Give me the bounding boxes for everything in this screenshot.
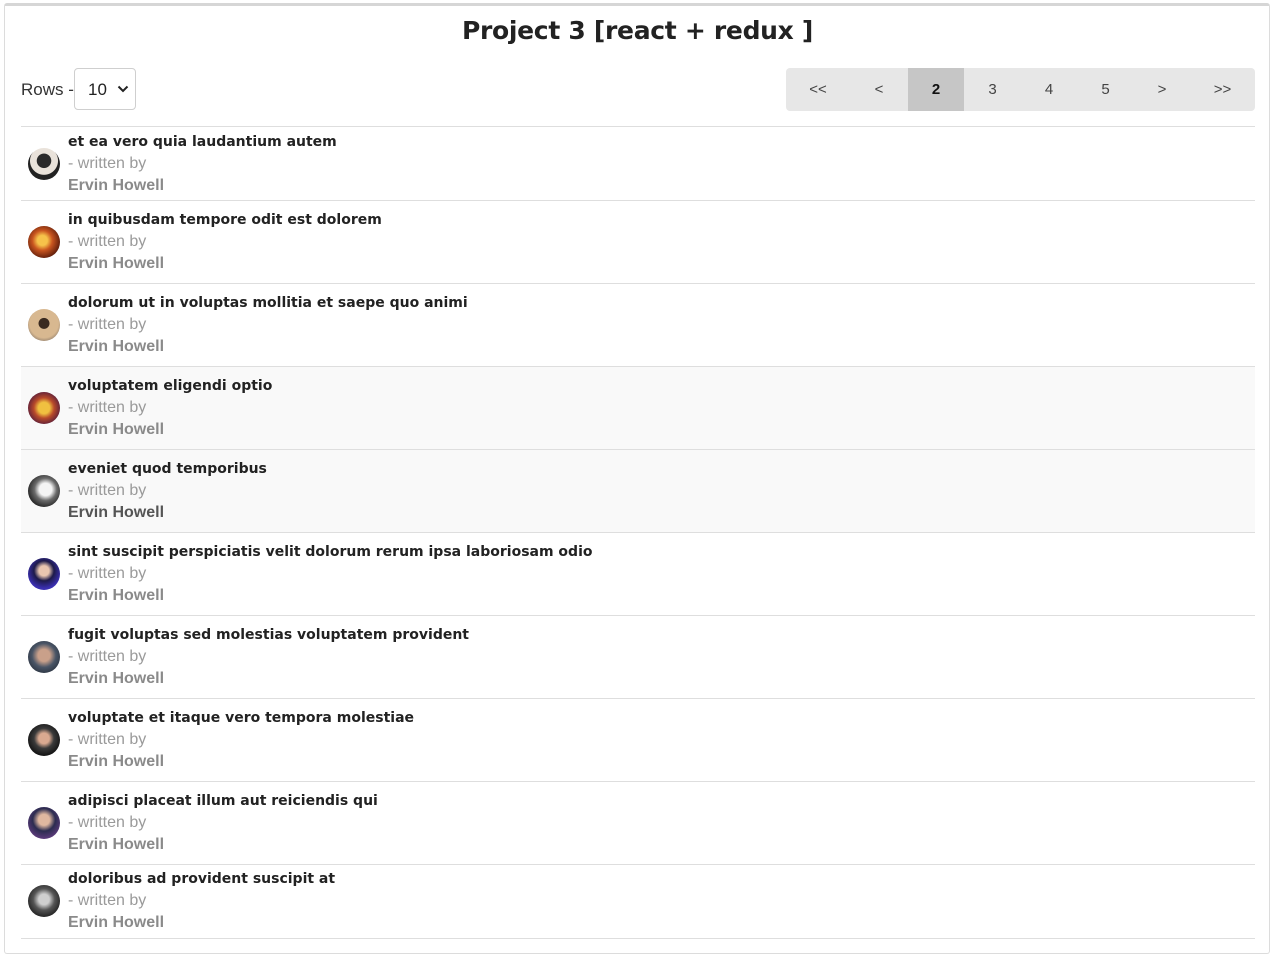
list-item[interactable]: dolorum ut in voluptas mollitia et saepe… [21, 284, 1255, 367]
author-name: Ervin Howell [68, 255, 165, 272]
prev-page-button[interactable]: < [850, 68, 908, 111]
last-page-button[interactable]: >> [1190, 68, 1255, 111]
list-item[interactable]: voluptatem eligendi optio - written by E… [21, 367, 1255, 450]
avatar [28, 392, 60, 424]
post-title: eveniet quod temporibus [68, 461, 267, 477]
list-item[interactable]: et ea vero quia laudantium autem - writt… [21, 127, 1255, 201]
list-item[interactable]: voluptate et itaque vero tempora molesti… [21, 699, 1255, 782]
first-page-button[interactable]: << [786, 68, 850, 111]
page-2-button[interactable]: 2 [908, 68, 964, 111]
avatar [28, 641, 60, 673]
author-name: Ervin Howell [68, 753, 165, 770]
next-page-button[interactable]: > [1134, 68, 1190, 111]
page-3-button[interactable]: 3 [964, 68, 1021, 111]
avatar [28, 475, 60, 507]
chevron-down-icon [117, 85, 129, 93]
written-by-label: - written by [68, 731, 147, 748]
list-item[interactable]: doloribus ad provident suscipit at - wri… [21, 865, 1255, 939]
written-by-label: - written by [68, 814, 147, 831]
post-title: doloribus ad provident suscipit at [68, 871, 336, 887]
rows-label: Rows - [21, 80, 74, 99]
written-by-label: - written by [68, 399, 147, 416]
post-title: in quibusdam tempore odit est dolorem [68, 212, 382, 228]
author-name: Ervin Howell [68, 504, 165, 521]
rows-per-page-select[interactable]: 10 [74, 68, 136, 110]
avatar [28, 724, 60, 756]
page-4-button[interactable]: 4 [1021, 68, 1077, 111]
list-item[interactable]: eveniet quod temporibus - written by Erv… [21, 450, 1255, 533]
author-name: Ervin Howell [68, 587, 165, 604]
list-item[interactable]: sint suscipit perspiciatis velit dolorum… [21, 533, 1255, 616]
author-name: Ervin Howell [68, 670, 165, 687]
page-title: Project 3 [react + redux ] [461, 16, 814, 45]
avatar [28, 148, 60, 180]
avatar [28, 309, 60, 341]
written-by-label: - written by [68, 892, 147, 909]
list-item[interactable]: in quibusdam tempore odit est dolorem - … [21, 201, 1255, 284]
post-title: voluptate et itaque vero tempora molesti… [68, 710, 415, 726]
author-name: Ervin Howell [68, 914, 165, 931]
written-by-label: - written by [68, 233, 147, 250]
author-name: Ervin Howell [68, 177, 165, 194]
author-name: Ervin Howell [68, 338, 165, 355]
avatar [28, 558, 60, 590]
post-title: fugit voluptas sed molestias voluptatem … [68, 627, 469, 643]
post-title: dolorum ut in voluptas mollitia et saepe… [68, 295, 468, 311]
list-item[interactable]: adipisci placeat illum aut reiciendis qu… [21, 782, 1255, 865]
post-list: et ea vero quia laudantium autem - writt… [21, 126, 1255, 939]
author-name: Ervin Howell [68, 421, 165, 438]
written-by-label: - written by [68, 155, 147, 172]
author-name: Ervin Howell [68, 836, 165, 853]
pagination: << < 2 3 4 5 > >> [786, 68, 1255, 111]
post-title: adipisci placeat illum aut reiciendis qu… [68, 793, 378, 809]
written-by-label: - written by [68, 565, 147, 582]
avatar [28, 885, 60, 917]
avatar [28, 226, 60, 258]
post-title: et ea vero quia laudantium autem [68, 134, 337, 150]
written-by-label: - written by [68, 482, 147, 499]
post-title: sint suscipit perspiciatis velit dolorum… [68, 544, 593, 560]
post-title: voluptatem eligendi optio [68, 378, 273, 394]
page-5-button[interactable]: 5 [1077, 68, 1134, 111]
rows-select-value: 10 [88, 80, 107, 99]
avatar [28, 807, 60, 839]
written-by-label: - written by [68, 316, 147, 333]
list-item[interactable]: fugit voluptas sed molestias voluptatem … [21, 616, 1255, 699]
written-by-label: - written by [68, 648, 147, 665]
